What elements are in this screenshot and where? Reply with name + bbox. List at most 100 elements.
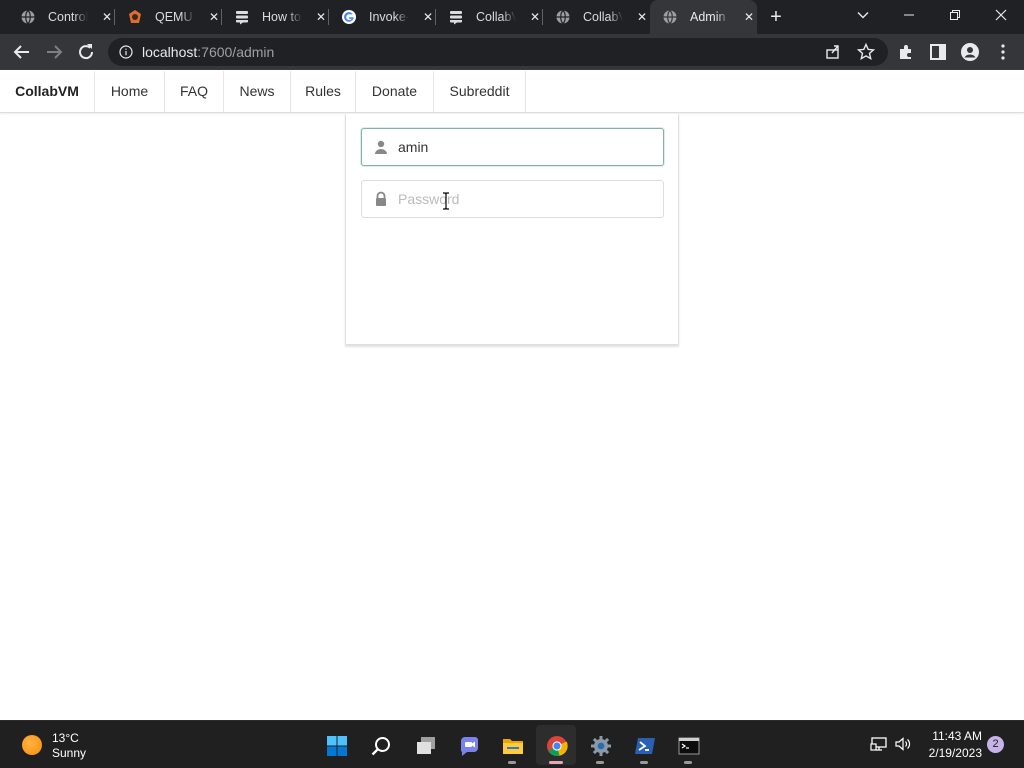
brand-link[interactable]: CollabVM bbox=[0, 71, 95, 112]
globe-icon bbox=[556, 10, 570, 24]
reload-icon bbox=[79, 44, 94, 60]
chrome-icon bbox=[547, 736, 568, 757]
clock-time[interactable]: 11:43 AM bbox=[918, 729, 982, 743]
nav-link-rules[interactable]: Rules bbox=[291, 71, 356, 112]
search-icon bbox=[371, 737, 390, 756]
weather-condition: Sunny bbox=[52, 746, 87, 760]
browser-tab-strip: Control ✕ QEMU for ✕ How to ✕ Invoke- ✕ … bbox=[0, 0, 1024, 34]
nav-link-donate[interactable]: Donate bbox=[356, 71, 434, 112]
powershell-button[interactable] bbox=[624, 725, 664, 765]
task-view-icon bbox=[417, 737, 435, 754]
running-indicator bbox=[684, 761, 692, 764]
running-indicator bbox=[596, 761, 604, 764]
tab-title: QEMU for bbox=[155, 9, 195, 25]
file-explorer-button[interactable] bbox=[492, 725, 532, 765]
globe-icon bbox=[21, 10, 35, 24]
start-button[interactable] bbox=[316, 725, 356, 765]
search-button[interactable] bbox=[360, 725, 400, 765]
address-bar[interactable]: localhost:7600/admin bbox=[108, 38, 888, 66]
tab-title: How to bbox=[262, 9, 302, 25]
forward-button[interactable] bbox=[42, 40, 66, 64]
extensions-icon[interactable] bbox=[896, 42, 916, 62]
menu-kebab-icon[interactable] bbox=[993, 42, 1013, 62]
restore-button[interactable] bbox=[932, 0, 978, 32]
back-button[interactable] bbox=[10, 40, 34, 64]
browser-tab[interactable]: How to ✕ bbox=[222, 0, 329, 34]
google-icon bbox=[342, 10, 356, 24]
task-view-button[interactable] bbox=[405, 725, 445, 765]
password-input[interactable] bbox=[398, 181, 653, 217]
browser-tab[interactable]: QEMU for ✕ bbox=[115, 0, 222, 34]
nav-link-home[interactable]: Home bbox=[95, 71, 165, 112]
tab-title: Control bbox=[48, 9, 88, 25]
url-host: localhost bbox=[142, 44, 198, 60]
site-navbar: CollabVM Home FAQ News Rules Donate Subr… bbox=[0, 71, 1024, 113]
tab-title: Invoke- bbox=[369, 9, 409, 25]
close-window-button[interactable] bbox=[978, 0, 1024, 32]
terminal-icon bbox=[678, 737, 700, 755]
browser-tab[interactable]: Control ✕ bbox=[8, 0, 115, 34]
bookmark-star-icon[interactable] bbox=[856, 42, 876, 62]
nav-link-news[interactable]: News bbox=[224, 71, 291, 112]
browser-tab-active[interactable]: Admin ✕ bbox=[650, 0, 757, 34]
browser-tab[interactable]: Invoke- ✕ bbox=[329, 0, 436, 34]
close-tab-icon[interactable]: ✕ bbox=[527, 9, 543, 25]
chevron-down-icon bbox=[857, 12, 869, 19]
chat-icon bbox=[460, 737, 478, 756]
powershell-icon bbox=[635, 738, 655, 754]
tab-title: CollabVM bbox=[583, 9, 623, 25]
arrow-left-icon bbox=[13, 45, 29, 59]
notification-badge[interactable]: 2 bbox=[987, 736, 1004, 753]
folder-icon bbox=[503, 739, 523, 754]
close-tab-icon[interactable]: ✕ bbox=[634, 9, 650, 25]
running-indicator bbox=[508, 761, 516, 764]
new-tab-button[interactable]: + bbox=[766, 7, 786, 27]
windows-logo-icon bbox=[327, 736, 347, 756]
arrow-right-icon bbox=[47, 45, 63, 59]
username-input[interactable] bbox=[398, 129, 653, 165]
gear-icon bbox=[591, 736, 611, 756]
globe-icon bbox=[663, 10, 677, 24]
close-tab-icon[interactable]: ✕ bbox=[741, 9, 757, 25]
browser-toolbar: localhost:7600/admin bbox=[0, 34, 1024, 70]
info-icon[interactable] bbox=[119, 45, 133, 59]
close-tab-icon[interactable]: ✕ bbox=[206, 9, 222, 25]
running-indicator bbox=[549, 761, 563, 764]
profile-icon[interactable] bbox=[960, 42, 980, 62]
nav-link-faq[interactable]: FAQ bbox=[165, 71, 224, 112]
minimize-button[interactable] bbox=[886, 0, 932, 32]
browser-tab[interactable]: CollabVM ✕ bbox=[436, 0, 543, 34]
user-icon bbox=[375, 140, 387, 154]
network-icon[interactable] bbox=[870, 735, 888, 753]
settings-button[interactable] bbox=[580, 725, 620, 765]
text-cursor-icon bbox=[443, 192, 449, 210]
tab-title: Admin bbox=[690, 9, 730, 25]
share-icon[interactable] bbox=[823, 42, 843, 62]
restore-icon bbox=[950, 10, 960, 20]
terminal-button[interactable] bbox=[668, 725, 708, 765]
weather-temperature: 13°C bbox=[52, 731, 79, 745]
close-tab-icon[interactable]: ✕ bbox=[313, 9, 329, 25]
browser-tab[interactable]: CollabVM ✕ bbox=[543, 0, 650, 34]
reload-button[interactable] bbox=[74, 40, 98, 64]
username-field[interactable] bbox=[361, 128, 664, 166]
clock-date[interactable]: 2/19/2023 bbox=[918, 746, 982, 760]
close-tab-icon[interactable]: ✕ bbox=[420, 9, 436, 25]
side-panel-icon[interactable] bbox=[928, 42, 948, 62]
minimize-icon bbox=[904, 14, 914, 16]
close-tab-icon[interactable]: ✕ bbox=[99, 9, 115, 25]
teams-chat-button[interactable] bbox=[448, 725, 488, 765]
running-indicator bbox=[640, 761, 648, 764]
url-path: :7600/admin bbox=[197, 44, 275, 60]
chrome-button[interactable] bbox=[536, 725, 576, 765]
password-field[interactable] bbox=[361, 180, 664, 218]
stackexchange-icon bbox=[236, 11, 248, 25]
tab-search-button[interactable] bbox=[840, 0, 886, 32]
close-icon bbox=[995, 9, 1007, 21]
stackexchange-icon bbox=[450, 11, 462, 25]
nav-link-subreddit[interactable]: Subreddit bbox=[434, 71, 526, 112]
windows-taskbar: 13°C Sunny 11:43 AM 2/19/2023 bbox=[0, 720, 1024, 768]
admin-login-panel bbox=[345, 114, 679, 345]
sun-icon bbox=[22, 735, 42, 755]
volume-icon[interactable] bbox=[894, 735, 912, 753]
